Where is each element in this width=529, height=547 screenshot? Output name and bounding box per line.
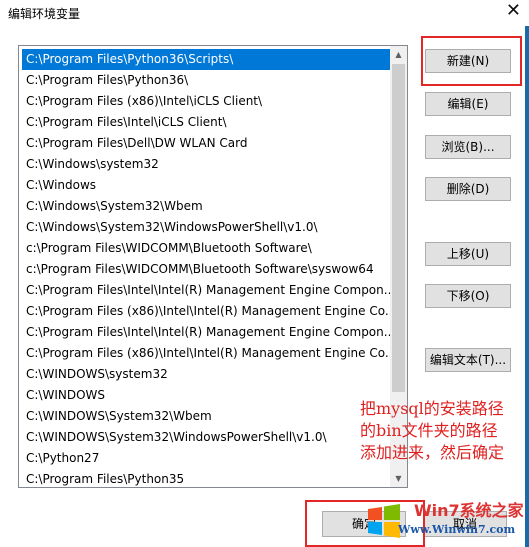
scroll-up-icon[interactable]: ▲ <box>390 46 407 63</box>
path-row[interactable]: C:\Python27 <box>22 448 390 469</box>
new-button-highlight <box>421 36 522 86</box>
close-icon[interactable]: ✕ <box>506 1 521 21</box>
annotation-line-3: 添加进来，然后确定 <box>360 443 505 462</box>
path-row[interactable]: C:\Windows\System32\WindowsPowerShell\v1… <box>22 217 390 238</box>
path-row[interactable]: C:\Program Files (x86)\Intel\Intel(R) Ma… <box>22 301 390 322</box>
edit-button[interactable]: 编辑(E) <box>425 92 511 116</box>
watermark-url: Www.Winwin7.com <box>398 523 516 536</box>
path-row[interactable]: C:\Program Files\Intel\Intel(R) Manageme… <box>22 280 390 301</box>
edit-text-button[interactable]: 编辑文本(T)... <box>425 348 511 372</box>
path-row[interactable]: C:\WINDOWS <box>22 385 390 406</box>
instruction-annotation: 把mysql的安装路径 的bin文件夹的路径 添加进来，然后确定 <box>360 398 529 464</box>
path-row[interactable]: C:\WINDOWS\System32\WindowsPowerShell\v1… <box>22 427 390 448</box>
path-list[interactable]: C:\Program Files\Python36\Scripts\ C:\Pro… <box>18 45 408 488</box>
move-down-button[interactable]: 下移(O) <box>425 284 511 308</box>
path-row[interactable]: C:\WINDOWS\system32 <box>22 364 390 385</box>
annotation-line-1: 把mysql的安装路径 <box>360 399 504 418</box>
path-row[interactable]: C:\Windows\system32 <box>22 154 390 175</box>
path-row[interactable]: C:\WINDOWS\System32\Wbem <box>22 406 390 427</box>
watermark-brand: Win7系统之家 <box>414 501 524 520</box>
window-title: 编辑环境变量 <box>8 7 81 21</box>
path-rows: C:\Program Files\Python36\Scripts\ C:\Pro… <box>22 49 390 487</box>
path-row[interactable]: C:\Program Files\Python36\ <box>22 70 390 91</box>
browse-button[interactable]: 浏览(B)... <box>425 135 511 159</box>
move-up-button[interactable]: 上移(U) <box>425 242 511 266</box>
delete-button[interactable]: 删除(D) <box>425 177 511 201</box>
title-bar: 编辑环境变量 ✕ <box>0 0 529 26</box>
path-row[interactable]: c:\Program Files\WIDCOMM\Bluetooth Softw… <box>22 259 390 280</box>
path-row[interactable]: C:\Program Files (x86)\Intel\Intel(R) Ma… <box>22 343 390 364</box>
window-edge <box>525 26 529 547</box>
path-row[interactable]: c:\Program Files\WIDCOMM\Bluetooth Softw… <box>22 238 390 259</box>
scroll-thumb[interactable] <box>392 64 405 392</box>
path-row[interactable]: C:\Program Files\Python36\Scripts\ <box>22 49 390 70</box>
path-row[interactable]: C:\Program Files\Intel\iCLS Client\ <box>22 112 390 133</box>
path-row[interactable]: C:\Program Files (x86)\Intel\iCLS Client… <box>22 91 390 112</box>
path-row[interactable]: C:\Program Files\Python35 <box>22 469 390 487</box>
path-row[interactable]: C:\Program Files\Dell\DW WLAN Card <box>22 133 390 154</box>
site-watermark: Win7系统之家 Www.Winwin7.com <box>358 497 528 545</box>
annotation-line-2: 的bin文件夹的路径 <box>360 421 498 440</box>
scroll-down-icon[interactable]: ▼ <box>390 470 407 487</box>
path-row[interactable]: C:\Windows <box>22 175 390 196</box>
path-row[interactable]: C:\Program Files\Intel\Intel(R) Manageme… <box>22 322 390 343</box>
path-row[interactable]: C:\Windows\System32\Wbem <box>22 196 390 217</box>
